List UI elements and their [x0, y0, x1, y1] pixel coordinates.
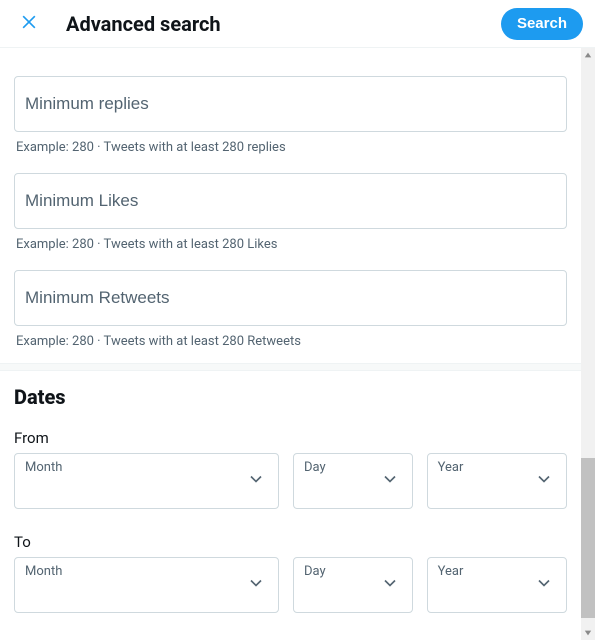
select-label: Month [25, 460, 62, 475]
chevron-down-icon [380, 573, 400, 597]
chevron-down-icon [380, 469, 400, 493]
modal-header: Advanced search Search [0, 0, 595, 48]
min-retweets-field [14, 270, 567, 326]
close-icon [19, 12, 39, 35]
select-label: Month [25, 564, 62, 579]
section-divider [0, 363, 581, 371]
to-label: To [0, 523, 581, 557]
search-button[interactable]: Search [501, 8, 583, 40]
to-month-select[interactable]: Month [14, 557, 279, 613]
select-label: Day [304, 564, 326, 579]
min-replies-input[interactable] [14, 76, 567, 132]
scroll-down-arrow-icon[interactable] [581, 626, 595, 640]
chevron-down-icon [246, 573, 266, 597]
scroll-area[interactable]: Example: 280 · Tweets with at least 280 … [0, 48, 581, 640]
from-year-select[interactable]: Year [427, 453, 567, 509]
engagement-section: Example: 280 · Tweets with at least 280 … [0, 48, 581, 363]
close-button[interactable] [12, 7, 46, 41]
select-label: Year [438, 564, 464, 579]
from-label: From [0, 419, 581, 453]
to-date-row: Month Day Year [0, 557, 581, 627]
chevron-down-icon [534, 573, 554, 597]
modal-title: Advanced search [66, 12, 501, 36]
min-replies-hint: Example: 280 · Tweets with at least 280 … [14, 140, 567, 155]
from-date-row: Month Day Year [0, 453, 581, 523]
select-label: Year [438, 460, 464, 475]
from-month-select[interactable]: Month [14, 453, 279, 509]
to-day-select[interactable]: Day [293, 557, 413, 613]
scroll-up-arrow-icon[interactable] [581, 48, 595, 62]
chevron-down-icon [246, 469, 266, 493]
min-likes-field [14, 173, 567, 229]
min-retweets-hint: Example: 280 · Tweets with at least 280 … [14, 334, 567, 349]
chevron-down-icon [534, 469, 554, 493]
scrollbar-track[interactable] [581, 48, 595, 640]
select-label: Day [304, 460, 326, 475]
min-replies-field [14, 76, 567, 132]
min-likes-hint: Example: 280 · Tweets with at least 280 … [14, 237, 567, 252]
to-year-select[interactable]: Year [427, 557, 567, 613]
min-likes-input[interactable] [14, 173, 567, 229]
dates-section-title: Dates [0, 371, 581, 419]
min-retweets-input[interactable] [14, 270, 567, 326]
scrollbar-thumb[interactable] [581, 458, 595, 618]
from-day-select[interactable]: Day [293, 453, 413, 509]
